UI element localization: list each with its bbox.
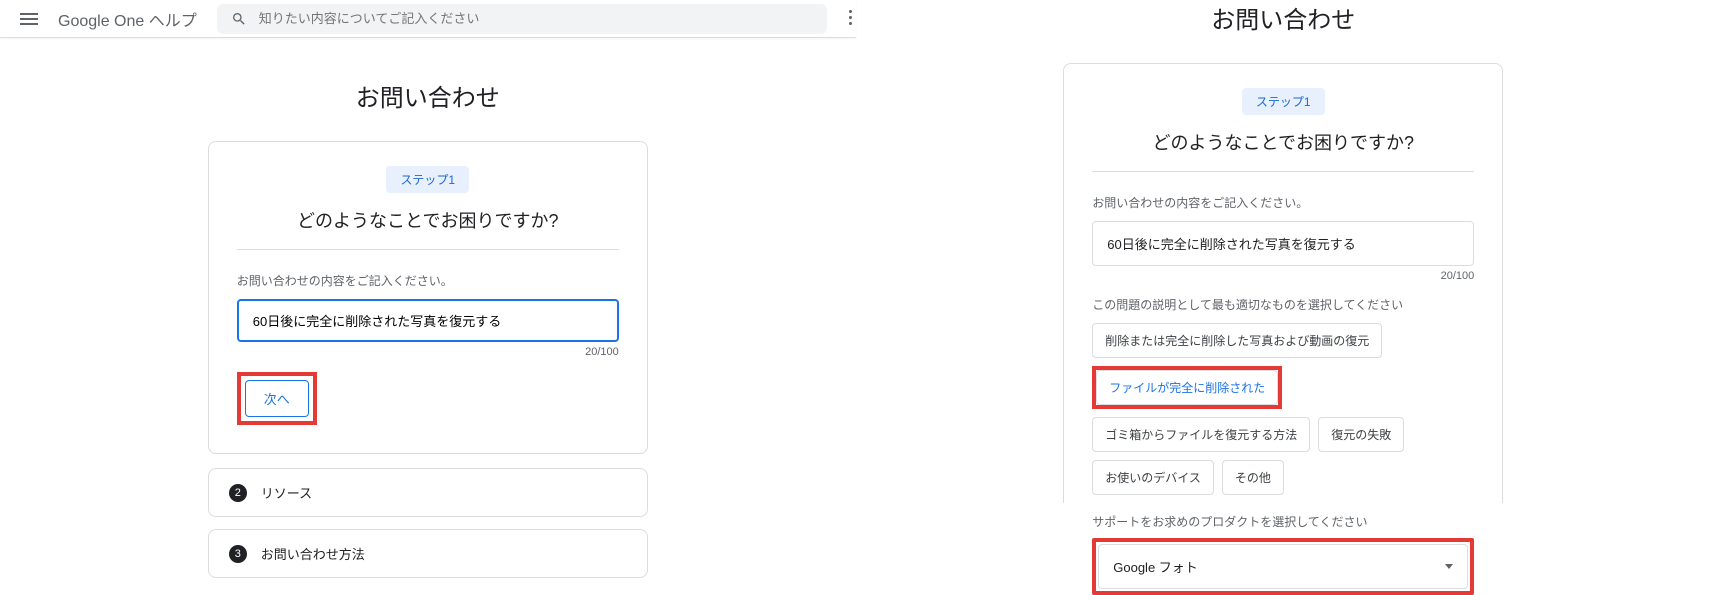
option-chip[interactable]: お使いのデバイス xyxy=(1092,460,1214,495)
option-chip[interactable]: 復元の失敗 xyxy=(1318,417,1404,452)
step1-title: どのようなことでお困りですか? xyxy=(1092,129,1474,155)
highlight-box: ファイルが完全に削除された xyxy=(1092,366,1282,409)
product-select-value: Google フォト xyxy=(1113,557,1198,576)
step1-card: ステップ1 どのようなことでお困りですか? お問い合わせの内容をご記入ください。… xyxy=(208,141,648,454)
step-row-label: お問い合わせ方法 xyxy=(261,544,365,563)
char-counter: 20/100 xyxy=(1092,270,1474,282)
step-number-badge: 3 xyxy=(229,545,247,563)
search-box[interactable] xyxy=(217,4,827,34)
highlight-box: 次へ xyxy=(237,372,317,425)
step-chip: ステップ1 xyxy=(386,166,469,193)
option-chip[interactable]: その他 xyxy=(1222,460,1284,495)
overflow-menu-icon[interactable] xyxy=(849,10,852,25)
field-label: お問い合わせの内容をご記入ください。 xyxy=(1092,194,1474,211)
step-row-resources[interactable]: 2 リソース xyxy=(208,468,648,517)
options-row: 削除または完全に削除した写真および動画の復元 ファイルが完全に削除された ゴミ箱… xyxy=(1092,323,1474,495)
header-bar: Google One ヘルプ xyxy=(0,0,856,38)
issue-input[interactable] xyxy=(237,299,619,342)
issue-input-display[interactable]: 60日後に完全に削除された写真を復元する xyxy=(1092,221,1474,266)
page-title: お問い合わせ xyxy=(0,78,856,113)
step-chip: ステップ1 xyxy=(1242,88,1325,115)
char-counter: 20/100 xyxy=(237,346,619,358)
step1-title: どのようなことでお困りですか? xyxy=(237,207,619,233)
chevron-down-icon xyxy=(1445,564,1453,569)
step-row-contact-method[interactable]: 3 お問い合わせ方法 xyxy=(208,529,648,578)
step-row-label: リソース xyxy=(261,483,312,502)
step1-card: ステップ1 どのようなことでお困りですか? お問い合わせの内容をご記入ください。… xyxy=(1063,63,1503,503)
option-chip-selected[interactable]: ファイルが完全に削除された xyxy=(1096,370,1278,405)
product-label: サポートをお求めのプロダクトを選択してください xyxy=(1092,513,1474,530)
divider xyxy=(1092,171,1474,172)
step-number-badge: 2 xyxy=(229,484,247,502)
option-chip[interactable]: ゴミ箱からファイルを復元する方法 xyxy=(1092,417,1310,452)
divider xyxy=(237,249,619,250)
app-title: Google One ヘルプ xyxy=(58,7,197,31)
page-title: お問い合わせ xyxy=(856,0,1711,35)
highlight-box: Google フォト xyxy=(1092,538,1474,595)
description-label: この問題の説明として最も適切なものを選択してください xyxy=(1092,296,1474,313)
option-chip[interactable]: 削除または完全に削除した写真および動画の復元 xyxy=(1092,323,1382,358)
field-label: お問い合わせの内容をご記入ください。 xyxy=(237,272,619,289)
search-input[interactable] xyxy=(259,11,813,26)
search-icon xyxy=(231,11,247,27)
next-button[interactable]: 次へ xyxy=(245,380,309,417)
menu-icon[interactable] xyxy=(16,9,42,29)
product-select[interactable]: Google フォト xyxy=(1098,544,1468,589)
